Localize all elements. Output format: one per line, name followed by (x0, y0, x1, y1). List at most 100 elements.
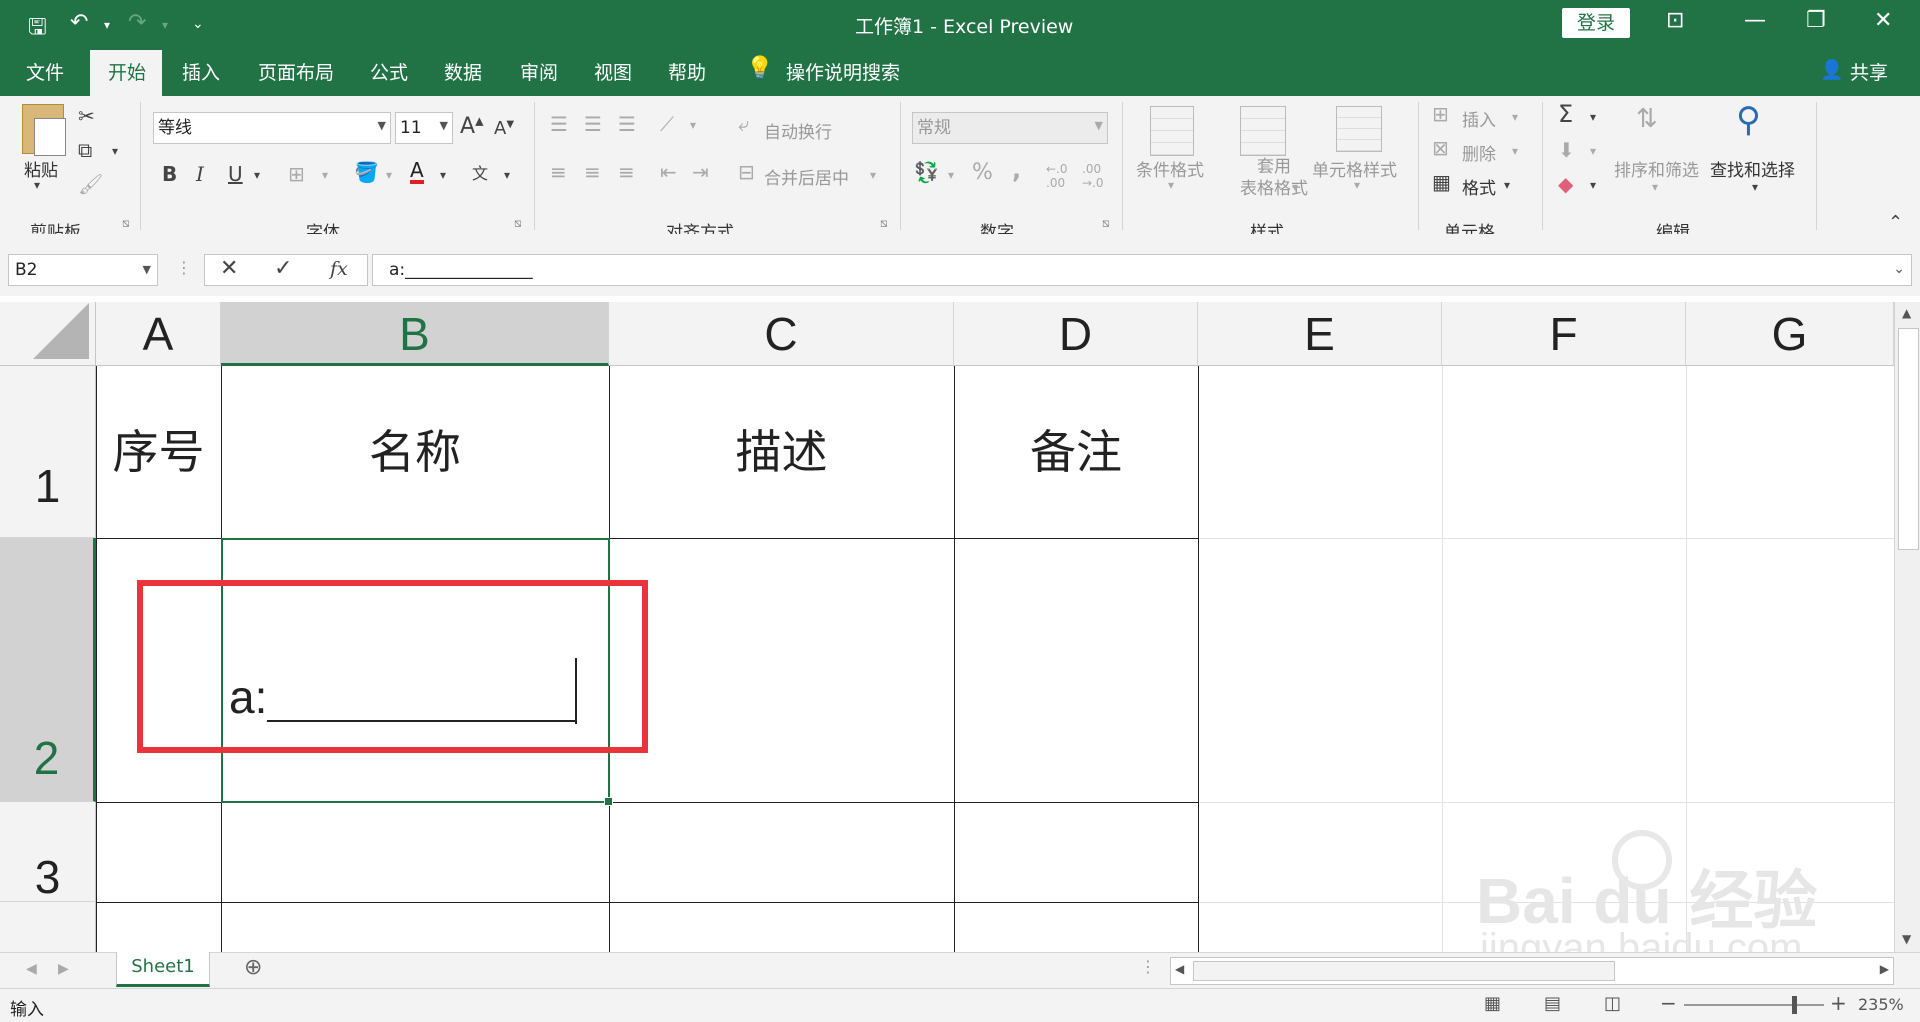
scroll-right-icon[interactable]: ▶ (1880, 962, 1889, 976)
merge-center-button[interactable]: 合并后居中 (764, 164, 849, 189)
tab-formulas[interactable]: 公式 (370, 58, 408, 85)
fill-handle[interactable] (604, 797, 613, 806)
page-layout-view-icon[interactable]: ▤ (1544, 993, 1561, 1014)
align-right-icon[interactable]: ≡ (618, 160, 635, 184)
insert-cells-icon[interactable]: ⊞ (1432, 102, 1449, 126)
prev-sheet-icon[interactable]: ◀ (26, 961, 37, 977)
decrease-decimal-icon[interactable]: .00 →.0 (1082, 162, 1104, 190)
scroll-down-icon[interactable]: ▼ (1902, 932, 1911, 946)
tell-me-search[interactable]: 操作说明搜索 (786, 58, 900, 85)
align-center-icon[interactable]: ≡ (584, 160, 601, 184)
accounting-dropdown-icon[interactable]: ▾ (948, 168, 954, 182)
sort-dropdown-icon[interactable]: ▾ (1652, 180, 1658, 194)
autosum-icon[interactable]: Σ (1558, 100, 1573, 128)
merge-center-icon[interactable]: ⊟ (738, 160, 755, 184)
column-header-d[interactable]: D (954, 302, 1198, 366)
page-break-view-icon[interactable]: ◫ (1604, 993, 1621, 1014)
delete-cells-button[interactable]: 删除 (1462, 140, 1496, 165)
login-button[interactable]: 登录 (1562, 8, 1630, 38)
worksheet-grid[interactable]: A B C D E F G 1 2 3 4 序号 名称 描述 备注 a: Bai… (0, 302, 1894, 952)
row-header-2[interactable]: 2 (0, 538, 96, 802)
format-dropdown-icon[interactable]: ▾ (1504, 178, 1510, 192)
conditional-dropdown-icon[interactable]: ▾ (1168, 178, 1174, 192)
tab-splitter-icon[interactable]: ⋮ (1140, 957, 1156, 976)
tab-view[interactable]: 视图 (594, 58, 632, 85)
name-box[interactable]: B2 ▼ (8, 254, 158, 286)
wrap-text-button[interactable]: 自动换行 (764, 118, 832, 143)
align-middle-icon[interactable]: ☰ (584, 112, 602, 136)
zoom-in-icon[interactable]: + (1830, 991, 1847, 1015)
increase-indent-icon[interactable]: ⇥ (692, 160, 709, 184)
formula-input[interactable]: a:_______________ ⌄ (372, 254, 1912, 286)
autosum-dropdown-icon[interactable]: ▾ (1590, 110, 1596, 124)
cell-styles-dropdown-icon[interactable]: ▾ (1354, 178, 1360, 192)
comma-style-button[interactable]: , (1012, 156, 1021, 184)
vertical-scrollbar[interactable]: ▲ ▼ (1894, 302, 1920, 952)
underline-button[interactable]: U (228, 162, 243, 186)
tab-home[interactable]: 开始 (108, 58, 146, 85)
clear-dropdown-icon[interactable]: ▾ (1590, 178, 1596, 192)
align-bottom-icon[interactable]: ☰ (618, 112, 636, 136)
accounting-format-icon[interactable]: 💱 (914, 160, 939, 184)
phonetic-icon[interactable]: 文 (472, 160, 488, 184)
restore-icon[interactable]: ❐ (1806, 8, 1826, 33)
column-header-a[interactable]: A (96, 302, 221, 366)
italic-button[interactable]: I (196, 162, 204, 186)
close-icon[interactable]: ✕ (1874, 8, 1892, 33)
percent-style-button[interactable]: % (972, 160, 993, 185)
cell-d1[interactable]: 备注 (954, 366, 1198, 538)
cell-b1[interactable]: 名称 (221, 366, 609, 538)
underline-dropdown-icon[interactable]: ▾ (254, 168, 260, 182)
column-header-g[interactable]: G (1686, 302, 1894, 366)
horizontal-scroll-thumb[interactable] (1193, 961, 1615, 981)
ribbon-display-icon[interactable]: ⊡ (1666, 8, 1684, 33)
orientation-icon[interactable]: ⟋ (660, 112, 674, 136)
column-header-c[interactable]: C (609, 302, 954, 366)
confirm-entry-icon[interactable]: ✓ (274, 256, 292, 281)
cell-styles-icon[interactable] (1336, 106, 1382, 152)
delete-cells-icon[interactable]: ⊠ (1432, 136, 1449, 160)
font-launcher-icon[interactable]: ⧅ (514, 216, 522, 231)
tab-help[interactable]: 帮助 (668, 58, 706, 85)
insert-function-button[interactable]: fx (330, 258, 348, 280)
find-select-icon[interactable]: ⚲ (1736, 100, 1761, 140)
copy-dropdown-icon[interactable]: ▾ (112, 144, 118, 158)
tab-insert[interactable]: 插入 (182, 58, 220, 85)
increase-decimal-icon[interactable]: ←.0.00 (1046, 162, 1068, 190)
tab-review[interactable]: 审阅 (520, 58, 558, 85)
phonetic-dropdown-icon[interactable]: ▾ (504, 168, 510, 182)
cell-a1[interactable]: 序号 (96, 366, 221, 538)
sheet-tab-sheet1[interactable]: Sheet1 (116, 952, 210, 987)
next-sheet-icon[interactable]: ▶ (58, 961, 69, 977)
conditional-formatting-icon[interactable] (1150, 106, 1194, 156)
zoom-slider-thumb[interactable] (1792, 996, 1797, 1014)
zoom-level[interactable]: 235% (1858, 995, 1904, 1014)
fill-color-icon[interactable]: 🪣 (354, 160, 379, 184)
fill-dropdown-icon[interactable]: ▾ (386, 168, 392, 182)
sort-filter-button[interactable]: 排序和筛选 (1614, 156, 1699, 181)
decrease-indent-icon[interactable]: ⇤ (660, 160, 677, 184)
tab-page-layout[interactable]: 页面布局 (258, 58, 334, 85)
select-all-button[interactable] (0, 302, 96, 366)
expand-formula-icon[interactable]: ⌄ (1893, 261, 1905, 277)
decrease-font-icon[interactable]: A▼ (494, 118, 514, 139)
undo-icon[interactable]: ↶ (70, 10, 88, 35)
fill-icon[interactable]: ⬇ (1558, 138, 1575, 162)
row-header-1[interactable]: 1 (0, 366, 96, 538)
font-color-button[interactable]: A (410, 160, 424, 184)
increase-font-icon[interactable]: A▲ (460, 114, 484, 139)
tab-file[interactable]: 文件 (26, 58, 64, 85)
font-color-dropdown-icon[interactable]: ▾ (440, 168, 446, 182)
zoom-slider[interactable] (1684, 996, 1824, 1014)
number-format-combo[interactable]: 常规 ▼ (912, 112, 1108, 144)
normal-view-icon[interactable]: ▦ (1484, 993, 1501, 1014)
clipboard-launcher-icon[interactable]: ⧅ (122, 216, 130, 231)
collapse-ribbon-icon[interactable]: ⌃ (1888, 212, 1903, 233)
orientation-dropdown-icon[interactable]: ▾ (690, 118, 696, 132)
insert-cells-button[interactable]: 插入 (1462, 106, 1496, 131)
merge-dropdown-icon[interactable]: ▾ (870, 168, 876, 182)
share-icon[interactable]: 👤 (1820, 58, 1844, 81)
tab-data[interactable]: 数据 (444, 58, 482, 85)
borders-icon[interactable]: ⊞ (288, 162, 305, 186)
clear-eraser-icon[interactable]: ◆ (1558, 172, 1573, 196)
